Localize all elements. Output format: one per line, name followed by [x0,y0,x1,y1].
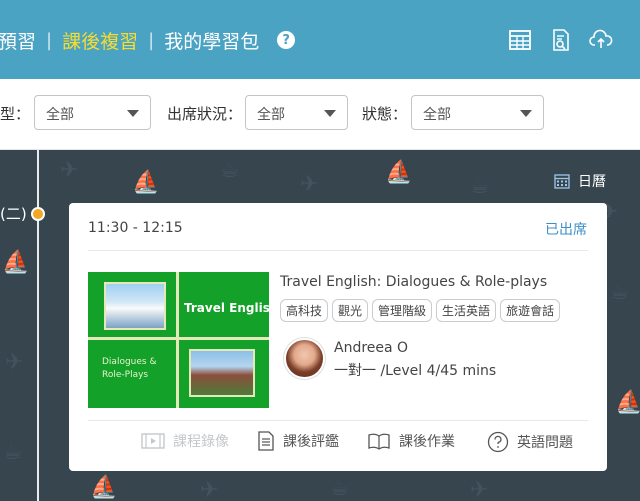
lesson-title[interactable]: Travel English: Dialogues & Role-plays [280,274,547,290]
tab-my-learning-pack[interactable]: 我的學習包 [154,27,269,54]
tab-preview[interactable]: 預習 [0,27,46,54]
tag: 高科技 [280,299,329,322]
filter-type-value: 全部 [46,107,74,123]
help-icon[interactable]: ? [277,31,296,49]
tab-review[interactable]: 課後複習 [52,27,148,54]
tag: 生活英語 [436,299,497,322]
calendar-icon [554,174,570,189]
tag: 觀光 [332,299,369,322]
pattern-icon: ☕ [220,158,240,183]
pattern-icon: ✈ [470,478,489,501]
filter-attendance-label: 出席狀況： [167,105,243,123]
chevron-down-icon [324,110,336,117]
evaluation-label: 課後評鑑 [283,434,339,450]
lesson-info: 一對一 /Level 4/45 mins [334,363,497,379]
date-label: (二) [0,205,27,223]
pattern-icon: ✈ [200,478,219,501]
pattern-icon: ⛵ [2,250,30,275]
evaluation-button[interactable]: 課後評鑑 [257,431,339,451]
divider [88,250,588,251]
book-icon [368,433,390,450]
timeline-dot [31,207,45,221]
filter-attendance-value: 全部 [257,107,285,123]
lesson-card: 11:30 - 12:15 已出席 Travel English Dialogu… [69,203,607,471]
thumbnail-divider [176,272,179,408]
pattern-icon: ✈ [60,158,79,183]
chevron-down-icon [520,110,532,117]
castle-image [189,349,255,397]
pattern-icon: ☕ [610,280,630,305]
calendar-button[interactable]: 日曆 [554,171,606,191]
filter-status-label: 狀態： [362,105,408,123]
english-question-label: 英語問題 [517,435,573,451]
tag: 管理階級 [372,299,433,322]
lesson-thumbnail[interactable]: Travel English Dialogues & Role-Plays [88,272,269,408]
table-icon[interactable] [508,28,532,52]
filter-status-value: 全部 [423,107,451,123]
filter-attendance-select[interactable]: 全部 [245,95,348,130]
top-header: 預習 | 課後複習 | 我的學習包 ? [0,0,640,79]
document-search-icon[interactable] [549,28,573,52]
document-icon [258,431,274,451]
chevron-down-icon [127,110,139,117]
question-icon [487,431,509,453]
lesson-time: 11:30 - 12:15 [88,220,183,236]
lesson-tags: 高科技 觀光 管理階級 生活英語 旅遊會話 [280,299,564,322]
filter-bar: 型： 全部 出席狀況： 全部 狀態： 全部 [0,79,640,150]
lesson-actions: 課程錄像 課後評鑑 課後作業 英語問題 [69,431,607,455]
cloud-upload-icon[interactable] [589,28,613,52]
pattern-icon: ☕ [470,174,490,199]
pattern-icon: ✈ [300,172,319,197]
homework-button[interactable]: 課後作業 [367,431,455,451]
pattern-icon: ✈ [5,350,24,375]
pattern-icon: ☕ [3,440,23,465]
divider [88,420,588,421]
english-question-button[interactable]: 英語問題 [487,431,573,453]
attendance-status: 已出席 [545,222,587,238]
tag: 旅遊會話 [500,299,561,322]
pattern-icon: ☕ [330,476,350,501]
filter-status-select[interactable]: 全部 [411,95,544,130]
thumbnail-divider [88,337,269,340]
header-tabs: 預習 | 課後複習 | 我的學習包 ? [0,26,296,54]
santorini-image [104,282,166,330]
pattern-icon: ⛵ [132,170,160,195]
timeline-line [37,150,39,501]
thumbnail-title: Travel English [184,301,269,315]
filter-type-select[interactable]: 全部 [34,95,151,130]
thumbnail-subtitle: Dialogues & Role-Plays [102,357,157,380]
pattern-icon: ⛵ [615,390,640,415]
recording-label: 課程錄像 [173,434,229,450]
pattern-icon: ⛵ [385,160,413,185]
pattern-icon: ⛵ [90,475,118,500]
teacher-name: Andreea O [334,340,409,356]
filter-type-label: 型： [0,105,31,123]
recording-button[interactable]: 課程錄像 [141,431,229,451]
calendar-label: 日曆 [578,174,606,190]
video-icon [141,433,165,449]
homework-label: 課後作業 [399,434,455,450]
teacher-avatar[interactable] [284,338,325,379]
